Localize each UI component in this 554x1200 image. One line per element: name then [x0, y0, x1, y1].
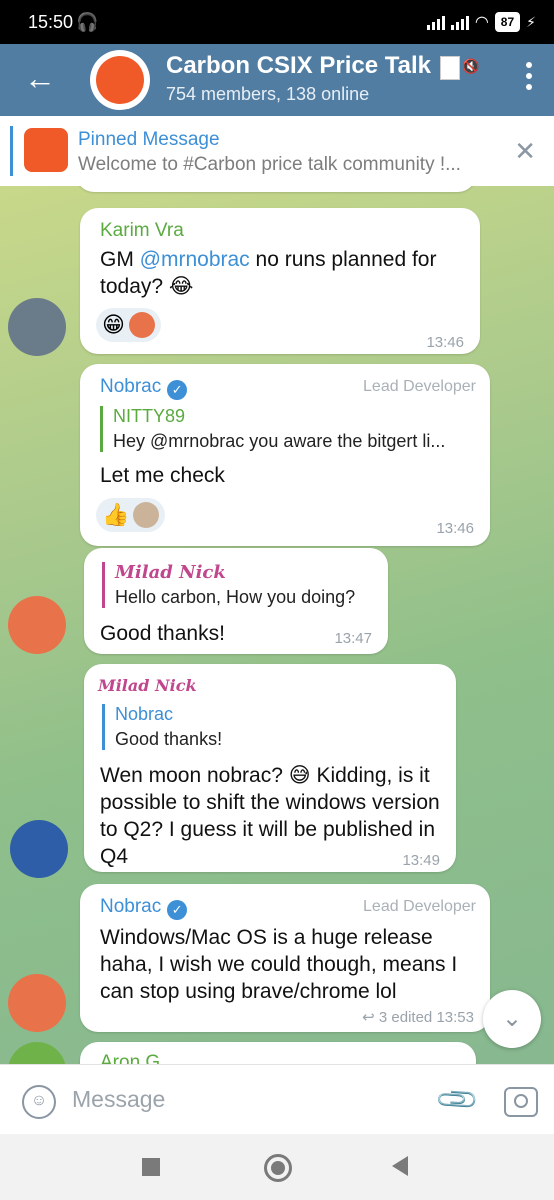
reply-quote[interactable]: Milad Nick Hello carbon, How you doing? [102, 562, 385, 608]
sender-name[interactable]: Aron G [100, 1052, 160, 1064]
message-bubble-partial[interactable]: Aron G [80, 1042, 476, 1064]
signal-icon [426, 14, 445, 30]
pinned-indicator [10, 126, 13, 176]
message-time: 13:46 [426, 334, 464, 351]
muted-icon: 🔇 [462, 58, 480, 74]
edited-label: edited [391, 1009, 433, 1026]
sender-name-text: Nobrac [100, 896, 162, 917]
message-text: Let me check [100, 464, 225, 487]
message-bubble[interactable]: Nobrac ✓ Lead Developer Windows/Mac OS is… [80, 884, 490, 1032]
recents-icon[interactable] [142, 1158, 160, 1176]
message-text-prefix: GM [100, 248, 140, 271]
avatar[interactable] [8, 298, 66, 356]
reaction-emoji[interactable]: 👍 [102, 502, 129, 528]
pinned-title: Pinned Message [78, 129, 220, 150]
message-bubble[interactable]: Karim Vra GM @mrnobrac no runs planned f… [80, 208, 480, 354]
group-subtitle: 754 members, 138 online [166, 84, 370, 104]
pinned-text: Welcome to #Carbon price talk community … [78, 154, 461, 175]
verified-icon: ✓ [167, 900, 188, 920]
home-icon[interactable] [264, 1154, 292, 1182]
sender-name[interactable]: Nobrac ✓ [100, 376, 188, 400]
sender-name-text: Nobrac [100, 376, 162, 397]
reply-quote[interactable]: NITTY89 Hey @mrnobrac you aware the bitg… [100, 406, 481, 452]
system-nav-bar [0, 1134, 554, 1200]
avatar[interactable] [8, 1042, 66, 1064]
back-arrow-icon[interactable]: ← [24, 58, 56, 98]
sender-role: Lead Developer [363, 898, 476, 915]
wifi-icon: ◠ [474, 14, 489, 31]
sender-name[interactable]: Nobrac ✓ [100, 896, 188, 920]
verified-icon: ✓ [167, 380, 188, 400]
close-icon[interactable]: ✕ [514, 136, 536, 167]
chat-header: ← Carbon CSIX Price Talk 🔇 754 members, … [0, 44, 554, 116]
mention-link[interactable]: @mrnobrac [140, 248, 250, 271]
reactions[interactable]: 👍 [96, 498, 166, 532]
message-text: Wen moon nobrac? 😅 Kidding, is it possib… [100, 764, 440, 868]
headset-icon: 🎧 [76, 12, 99, 32]
message-text: Windows/Mac OS is a huge release haha, I… [100, 926, 458, 1003]
reply-name: Milad Nick [115, 562, 226, 583]
message-time: 13:46 [436, 520, 474, 537]
message-bubble-partial[interactable] [76, 186, 476, 192]
reactions[interactable]: 😁 [96, 308, 161, 342]
message-composer: ☺ Message 📎 [0, 1064, 554, 1135]
message-text: Good thanks! [100, 622, 225, 645]
group-title[interactable]: Carbon CSIX Price Talk [166, 52, 431, 80]
signal-icon-2 [450, 14, 469, 30]
reply-count-icon: ↩ [362, 1009, 375, 1026]
group-avatar[interactable] [90, 50, 150, 110]
reply-quote[interactable]: Nobrac Good thanks! [102, 704, 445, 750]
reactor-avatar [128, 312, 155, 338]
reactor-avatar [133, 502, 160, 528]
battery-icon: 87 [494, 12, 521, 32]
message-input[interactable]: Message [72, 1086, 165, 1113]
more-menu-icon[interactable] [526, 62, 532, 95]
message-time: 13:49 [402, 852, 440, 869]
status-bar: 15:50 🎧 ◠ 87 ⚡ [0, 0, 554, 44]
reply-name: NITTY89 [113, 406, 186, 426]
message-meta: ↩ 3 edited 13:53 [362, 1008, 474, 1026]
status-icons: ◠ 87 ⚡ [426, 12, 536, 32]
reply-text: Hello carbon, How you doing? [115, 587, 356, 607]
avatar[interactable] [8, 974, 66, 1032]
message-bubble[interactable]: Milad Nick Nobrac Good thanks! Wen moon … [84, 664, 456, 872]
message-text: GM @mrnobrac no runs planned for today? … [100, 246, 470, 300]
reply-text: Hey @mrnobrac you aware the bitgert li..… [113, 431, 446, 451]
reaction-emoji[interactable]: 😁 [102, 312, 125, 338]
reply-count[interactable]: 3 [379, 1009, 387, 1026]
back-nav-icon[interactable] [392, 1156, 408, 1176]
sender-role: Lead Developer [363, 378, 476, 395]
chart-emoji-icon [440, 56, 460, 80]
chat-area[interactable]: Karim Vra GM @mrnobrac no runs planned f… [0, 186, 554, 1064]
message-time: 13:47 [334, 630, 372, 647]
reply-text: Good thanks! [115, 729, 223, 749]
avatar[interactable] [10, 820, 68, 878]
reply-name: Nobrac [115, 704, 174, 724]
status-time: 15:50 [28, 12, 74, 32]
emoji-icon[interactable]: ☺ [22, 1085, 56, 1119]
camera-icon[interactable] [504, 1087, 538, 1117]
sender-name[interactable]: Karim Vra [100, 220, 184, 242]
charging-icon: ⚡ [526, 13, 536, 30]
pinned-message-bar[interactable]: Pinned Message Welcome to #Carbon price … [0, 116, 554, 186]
sender-name[interactable]: Milad Nick [98, 676, 197, 695]
avatar[interactable] [8, 596, 66, 654]
message-bubble[interactable]: Nobrac ✓ Lead Developer NITTY89 Hey @mrno… [80, 364, 490, 546]
message-bubble[interactable]: Milad Nick Hello carbon, How you doing? … [84, 548, 388, 654]
scroll-down-button[interactable]: ⌄ [483, 990, 541, 1048]
attach-icon[interactable]: 📎 [433, 1076, 481, 1124]
pinned-thumbnail [24, 128, 68, 172]
message-time: 13:53 [436, 1009, 474, 1026]
